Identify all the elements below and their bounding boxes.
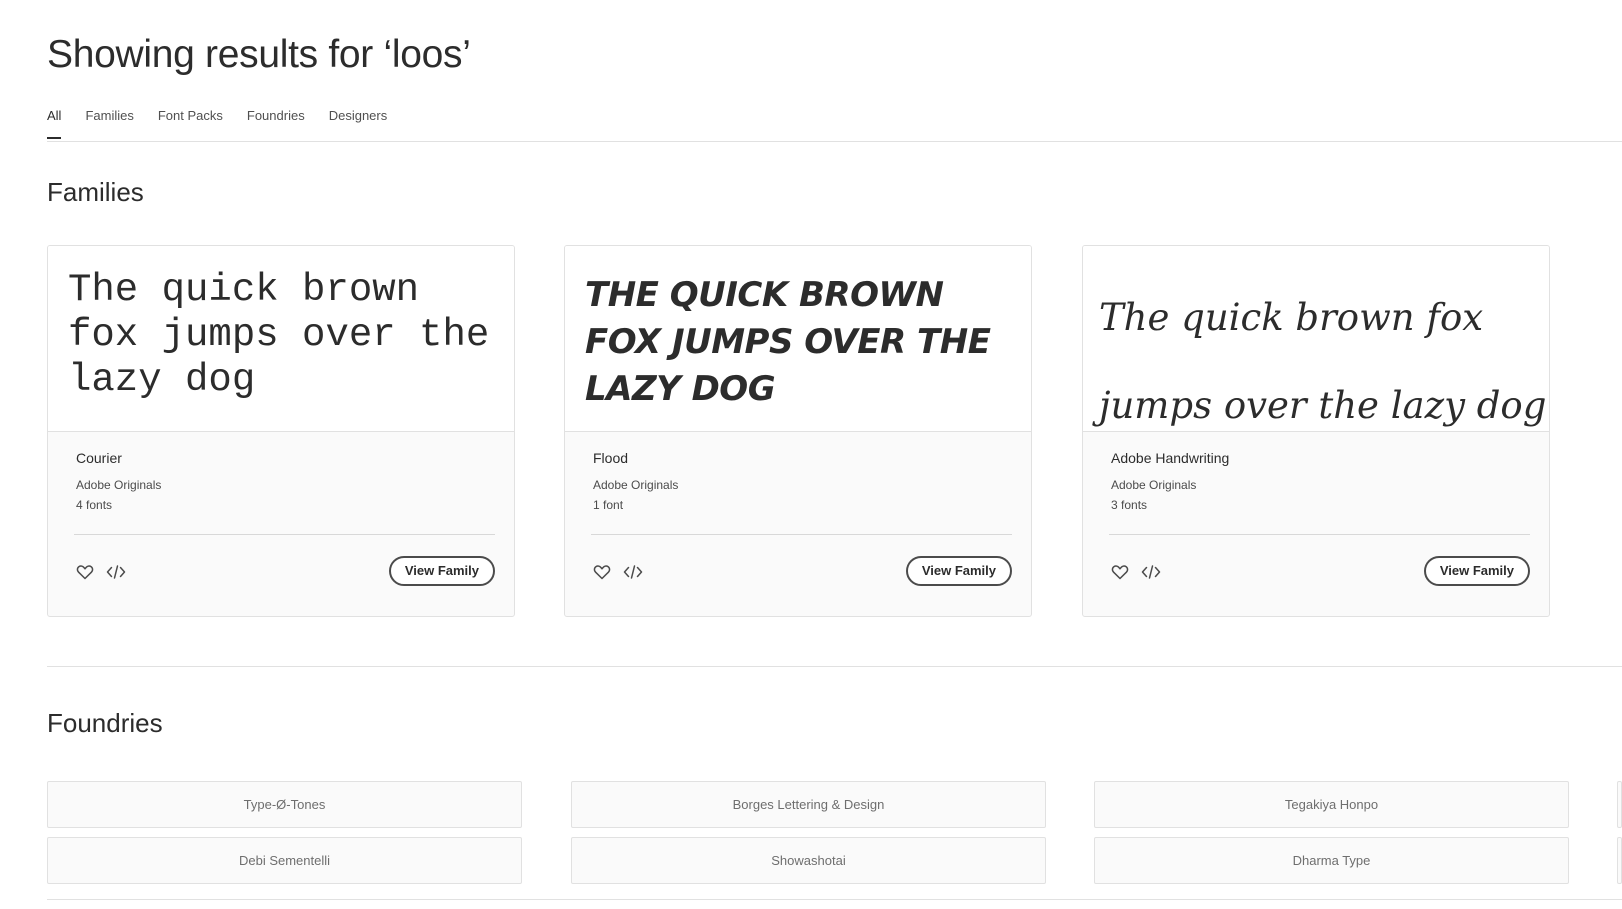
card-info: Courier Adobe Originals 4 fonts bbox=[48, 432, 514, 512]
foundry-tile[interactable]: Dharma Type bbox=[1094, 837, 1569, 884]
view-family-button[interactable]: View Family bbox=[388, 556, 495, 586]
family-name[interactable]: Adobe Handwriting bbox=[1111, 450, 1521, 466]
font-count: 4 fonts bbox=[76, 498, 113, 512]
foundries-heading: Foundries bbox=[47, 708, 163, 738]
result-tabs: All Families Font Packs Foundries Design… bbox=[47, 108, 411, 139]
foundry-tile[interactable]: Tegakiya Honpo bbox=[1094, 781, 1569, 828]
code-icon[interactable] bbox=[106, 564, 126, 580]
families-heading: Families bbox=[47, 177, 144, 207]
foundry-tile[interactable]: Borges Lettering & Design bbox=[571, 781, 1046, 828]
search-results-page: Showing results for ‘loos’ All Families … bbox=[0, 0, 1622, 909]
card-actions: View Family bbox=[1111, 556, 1530, 588]
family-foundry: Adobe Originals bbox=[1111, 478, 1197, 492]
preview-line: The quick brown fox bbox=[1099, 296, 1484, 339]
font-preview[interactable]: The quick brown fox jumps over the lazy … bbox=[48, 246, 514, 432]
page-title: Showing results for ‘loos’ bbox=[47, 33, 471, 76]
section-divider bbox=[47, 666, 1622, 667]
tab-designers[interactable]: Designers bbox=[329, 108, 388, 137]
family-card-flood: THE QUICK BROWN FOX JUMPS OVER THE LAZY … bbox=[564, 245, 1032, 617]
heart-icon[interactable] bbox=[593, 564, 611, 580]
card-actions: View Family bbox=[593, 556, 1012, 588]
family-card-courier: The quick brown fox jumps over the lazy … bbox=[47, 245, 515, 617]
preview-line: jumps over the lazy dog bbox=[1099, 384, 1547, 427]
preview-text: THE QUICK BROWN FOX JUMPS OVER THE LAZY … bbox=[585, 275, 991, 409]
section-divider bbox=[47, 899, 1622, 900]
foundry-tile-partial[interactable] bbox=[1617, 837, 1622, 884]
foundry-tile[interactable]: Type-Ø-Tones bbox=[47, 781, 522, 828]
tab-families[interactable]: Families bbox=[85, 108, 133, 137]
family-foundry: Adobe Originals bbox=[593, 478, 679, 492]
font-preview[interactable]: The quick brown fox jumps over the lazy … bbox=[1083, 246, 1549, 432]
tab-foundries[interactable]: Foundries bbox=[247, 108, 305, 137]
preview-text: The quick brown fox jumps over the lazy … bbox=[1099, 274, 1549, 431]
foundry-tile-partial[interactable] bbox=[1617, 781, 1622, 828]
card-actions: View Family bbox=[76, 556, 495, 588]
font-preview[interactable]: THE QUICK BROWN FOX JUMPS OVER THE LAZY … bbox=[565, 246, 1031, 432]
font-count: 3 fonts bbox=[1111, 498, 1148, 512]
tab-font-packs[interactable]: Font Packs bbox=[158, 108, 223, 137]
family-foundry: Adobe Originals bbox=[76, 478, 162, 492]
card-divider bbox=[591, 534, 1012, 535]
heart-icon[interactable] bbox=[76, 564, 94, 580]
family-name[interactable]: Courier bbox=[76, 450, 486, 466]
family-card-adobe-handwriting: The quick brown fox jumps over the lazy … bbox=[1082, 245, 1550, 617]
view-family-button[interactable]: View Family bbox=[905, 556, 1012, 586]
foundry-tile[interactable]: Debi Sementelli bbox=[47, 837, 522, 884]
card-divider bbox=[1109, 534, 1530, 535]
view-family-button[interactable]: View Family bbox=[1423, 556, 1530, 586]
card-info: Adobe Handwriting Adobe Originals 3 font… bbox=[1083, 432, 1549, 512]
font-count: 1 font bbox=[593, 498, 624, 512]
card-divider bbox=[74, 534, 495, 535]
code-icon[interactable] bbox=[1141, 564, 1161, 580]
code-icon[interactable] bbox=[623, 564, 643, 580]
preview-text: The quick brown fox jumps over the lazy … bbox=[68, 268, 490, 402]
card-info: Flood Adobe Originals 1 font bbox=[565, 432, 1031, 512]
tab-all[interactable]: All bbox=[47, 108, 62, 139]
family-name[interactable]: Flood bbox=[593, 450, 1003, 466]
heart-icon[interactable] bbox=[1111, 564, 1129, 580]
tabs-divider bbox=[47, 141, 1622, 142]
foundry-tile[interactable]: Showashotai bbox=[571, 837, 1046, 884]
